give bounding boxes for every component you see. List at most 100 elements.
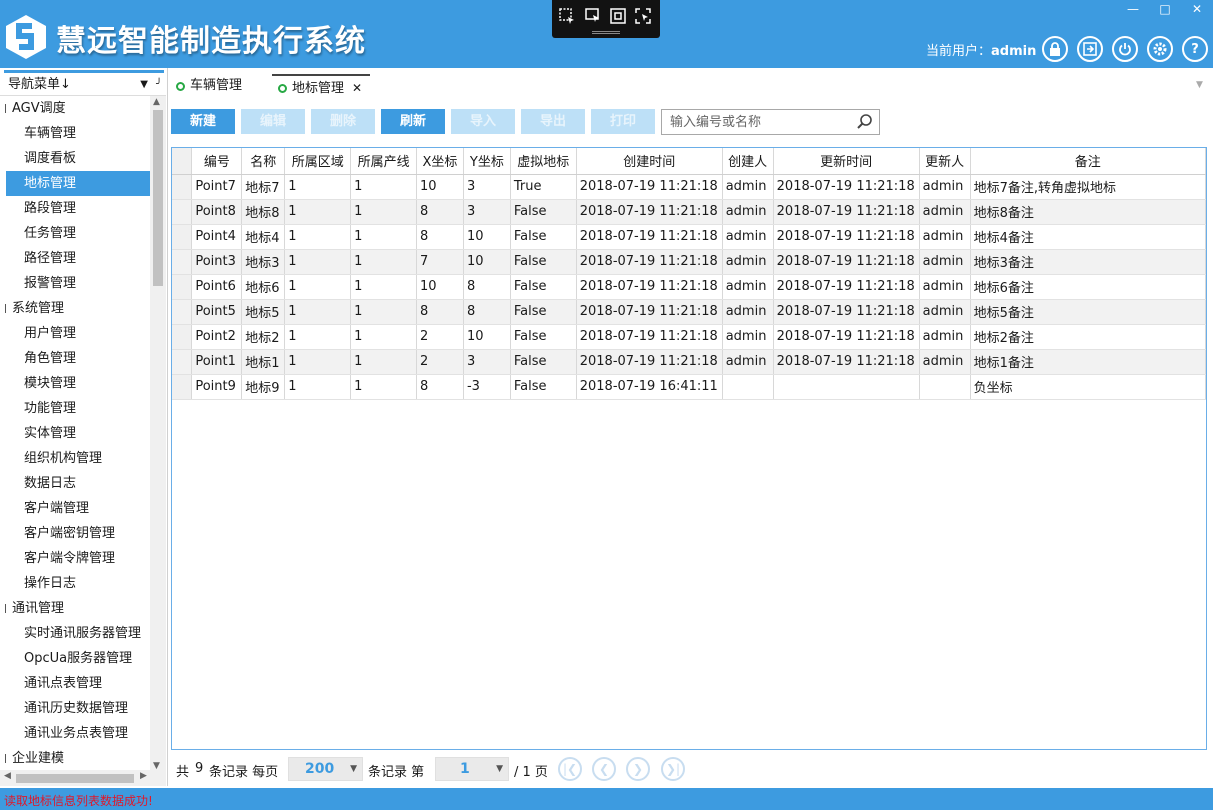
- table-cell[interactable]: Point5: [191, 299, 243, 325]
- column-header[interactable]: 编号: [191, 148, 243, 175]
- table-cell[interactable]: 8: [416, 199, 464, 225]
- table-cell[interactable]: 负坐标: [970, 374, 1207, 400]
- sidebar-item[interactable]: 操作日志: [0, 571, 150, 596]
- table-cell[interactable]: 地标7备注,转角虚拟地标: [970, 174, 1207, 200]
- close-window-icon[interactable]: ✕: [1181, 0, 1213, 20]
- column-header[interactable]: 更新人: [919, 148, 971, 175]
- table-cell[interactable]: 2018-07-19 11:21:18: [576, 224, 723, 250]
- tab-landmark-management[interactable]: 地标管理 ✕: [272, 74, 370, 98]
- settings-gear-icon[interactable]: [1147, 36, 1173, 62]
- sidebar-item[interactable]: 客户端密钥管理: [0, 521, 150, 546]
- table-cell[interactable]: 2: [416, 349, 464, 375]
- prev-page-icon[interactable]: ❮: [592, 757, 616, 781]
- column-header[interactable]: 所属产线: [350, 148, 418, 175]
- table-cell[interactable]: admin: [919, 299, 971, 325]
- minimize-icon[interactable]: —: [1117, 0, 1149, 20]
- table-row[interactable]: Point1 地标1 1 1 2 3 False 2018-07-19 11:21:18 adm…: [172, 349, 1207, 375]
- table-cell[interactable]: 2018-07-19 11:21:18: [773, 299, 920, 325]
- column-header[interactable]: X坐标: [416, 148, 464, 175]
- search-input[interactable]: [662, 110, 852, 134]
- table-cell[interactable]: 1: [284, 174, 352, 200]
- last-page-icon[interactable]: ❯|: [661, 757, 685, 781]
- sidebar-item[interactable]: 通讯历史数据管理: [0, 696, 150, 721]
- table-cell[interactable]: Point4: [191, 224, 243, 250]
- table-cell[interactable]: admin: [722, 249, 774, 275]
- row-header-cell[interactable]: [172, 249, 193, 275]
- table-cell[interactable]: 1: [284, 299, 352, 325]
- toolbar-grip[interactable]: [592, 31, 620, 34]
- table-row[interactable]: Point8 地标8 1 1 8 3 False 2018-07-19 11:21:18 adm…: [172, 199, 1207, 225]
- table-row[interactable]: Point6 地标6 1 1 10 8 False 2018-07-19 11:21:18 ad…: [172, 274, 1207, 300]
- table-cell[interactable]: 1: [284, 199, 352, 225]
- table-cell[interactable]: 10: [463, 324, 511, 350]
- sidebar-item[interactable]: 路径管理: [0, 246, 150, 271]
- import-button[interactable]: 导入: [451, 109, 515, 134]
- table-cell[interactable]: admin: [722, 324, 774, 350]
- column-header[interactable]: 创建人: [722, 148, 774, 175]
- search-icon[interactable]: [856, 113, 874, 131]
- table-cell[interactable]: False: [510, 324, 577, 350]
- row-header-cell[interactable]: [172, 349, 193, 375]
- sidebar-item[interactable]: 用户管理: [0, 321, 150, 346]
- table-cell[interactable]: 地标4: [241, 224, 286, 250]
- table-cell[interactable]: 2018-07-19 11:21:18: [773, 349, 920, 375]
- table-cell[interactable]: False: [510, 274, 577, 300]
- table-cell[interactable]: 地标6备注: [970, 274, 1207, 300]
- table-cell[interactable]: admin: [919, 249, 971, 275]
- table-cell[interactable]: 地标1备注: [970, 349, 1207, 375]
- table-cell[interactable]: 2018-07-19 16:41:11: [576, 374, 723, 400]
- next-page-icon[interactable]: ❯: [626, 757, 650, 781]
- table-cell[interactable]: [919, 374, 971, 400]
- maximize-icon[interactable]: □: [1149, 0, 1181, 20]
- table-cell[interactable]: 10: [416, 274, 464, 300]
- table-cell[interactable]: 2018-07-19 11:21:18: [773, 174, 920, 200]
- table-cell[interactable]: 地标7: [241, 174, 286, 200]
- table-cell[interactable]: 地标5备注: [970, 299, 1207, 325]
- table-cell[interactable]: 地标8备注: [970, 199, 1207, 225]
- sidebar-vertical-scrollbar[interactable]: ▲ ▼: [150, 96, 166, 772]
- table-cell[interactable]: 地标1: [241, 349, 286, 375]
- table-cell[interactable]: 3: [463, 199, 511, 225]
- table-cell[interactable]: 8: [416, 374, 464, 400]
- row-header-cell[interactable]: [172, 299, 193, 325]
- new-button[interactable]: 新建: [171, 109, 235, 134]
- tab-vehicle-management[interactable]: 车辆管理: [170, 74, 260, 98]
- table-cell[interactable]: Point2: [191, 324, 243, 350]
- table-cell[interactable]: admin: [919, 349, 971, 375]
- capture-add-icon[interactable]: [558, 7, 576, 25]
- table-cell[interactable]: 1: [350, 349, 418, 375]
- table-cell[interactable]: 1: [284, 349, 352, 375]
- row-header-cell[interactable]: [172, 199, 193, 225]
- sidebar-item[interactable]: 路段管理: [0, 196, 150, 221]
- tree-group-node[interactable]: 通讯管理: [0, 596, 150, 621]
- table-cell[interactable]: 1: [350, 249, 418, 275]
- table-cell[interactable]: 地标2: [241, 324, 286, 350]
- power-icon[interactable]: [1112, 36, 1138, 62]
- table-row[interactable]: Point5 地标5 1 1 8 8 False 2018-07-19 11:21:18 adm…: [172, 299, 1207, 325]
- column-header[interactable]: Y坐标: [463, 148, 511, 175]
- table-cell[interactable]: 1: [350, 224, 418, 250]
- table-row[interactable]: Point2 地标2 1 1 2 10 False 2018-07-19 11:21:18 ad…: [172, 324, 1207, 350]
- column-header[interactable]: 创建时间: [576, 148, 723, 175]
- table-cell[interactable]: 2018-07-19 11:21:18: [576, 274, 723, 300]
- sidebar-item[interactable]: 角色管理: [0, 346, 150, 371]
- sidebar-item[interactable]: 功能管理: [0, 396, 150, 421]
- table-cell[interactable]: admin: [919, 174, 971, 200]
- refresh-button[interactable]: 刷新: [381, 109, 445, 134]
- sidebar-item[interactable]: 客户端令牌管理: [0, 546, 150, 571]
- table-cell[interactable]: [722, 374, 774, 400]
- table-cell[interactable]: 1: [284, 274, 352, 300]
- table-cell[interactable]: 8: [463, 274, 511, 300]
- sidebar-item[interactable]: 模块管理: [0, 371, 150, 396]
- table-cell[interactable]: Point7: [191, 174, 243, 200]
- sidebar-item[interactable]: 组织机构管理: [0, 446, 150, 471]
- table-cell[interactable]: [773, 374, 920, 400]
- sidebar-item[interactable]: 地标管理: [6, 171, 150, 196]
- table-cell[interactable]: admin: [722, 349, 774, 375]
- table-cell[interactable]: admin: [722, 299, 774, 325]
- table-cell[interactable]: 2018-07-19 11:21:18: [576, 349, 723, 375]
- table-cell[interactable]: Point3: [191, 249, 243, 275]
- sidebar-item[interactable]: 报警管理: [0, 271, 150, 296]
- help-icon[interactable]: ?: [1182, 36, 1208, 62]
- table-cell[interactable]: 1: [350, 324, 418, 350]
